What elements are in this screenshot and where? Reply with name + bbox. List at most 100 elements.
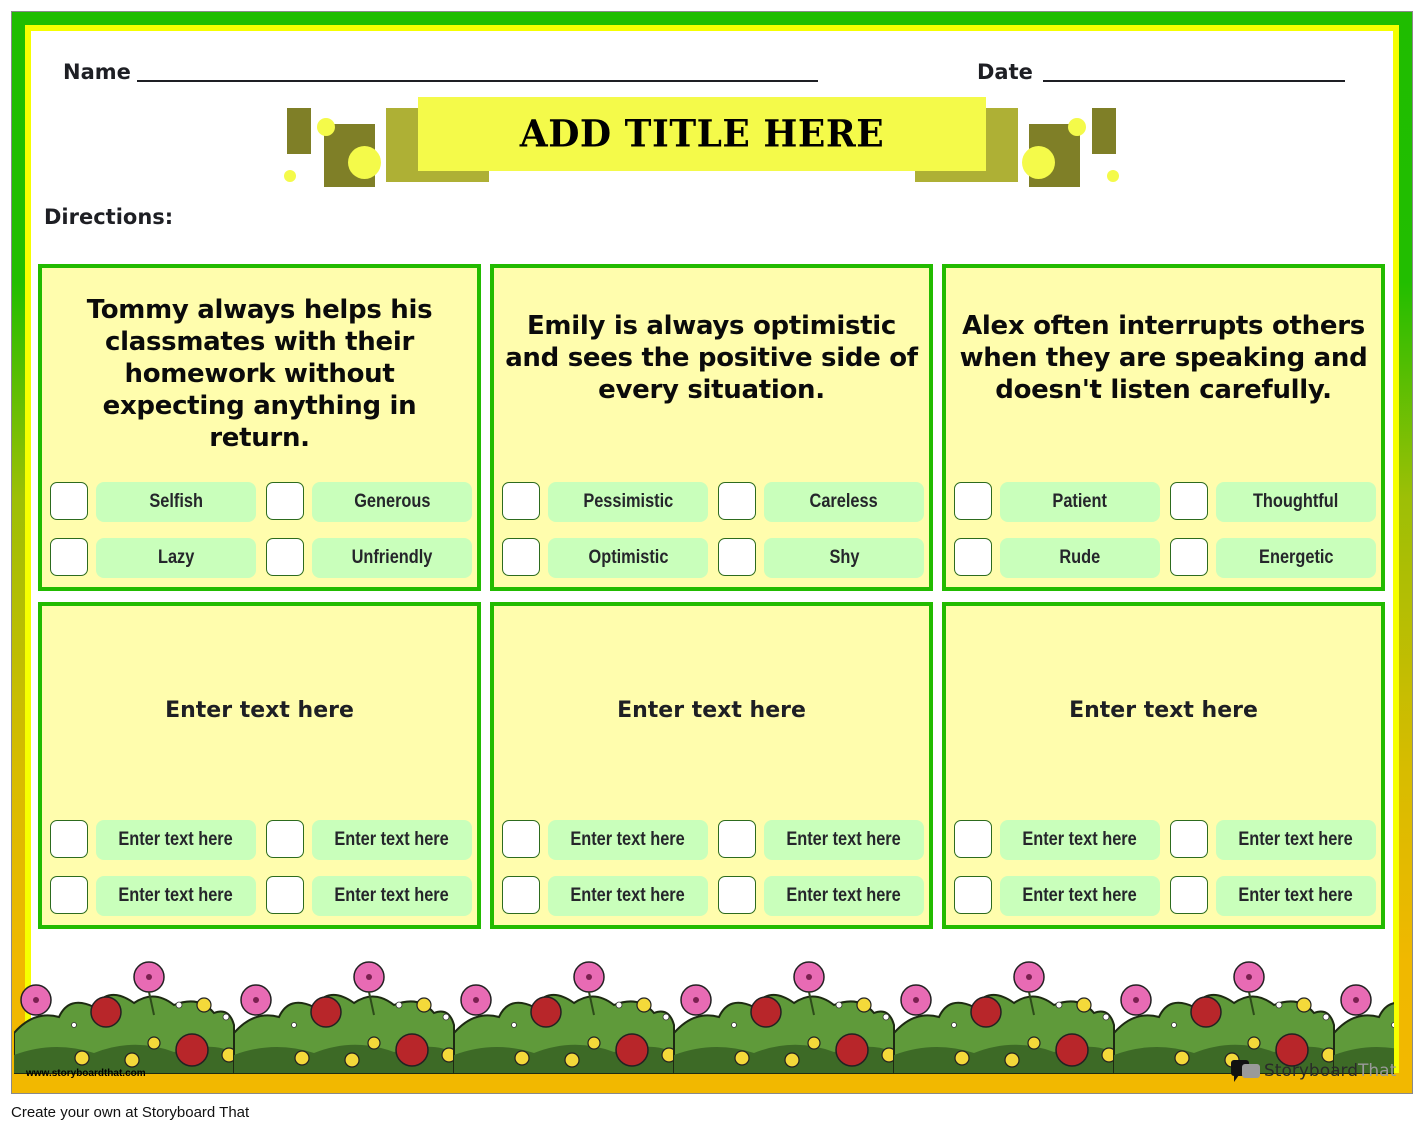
option-label[interactable]: Thoughtful [1216, 482, 1376, 522]
option-checkbox[interactable] [718, 876, 756, 914]
logo-text-storyboard: Storyboard [1264, 1061, 1358, 1081]
question-text[interactable]: Alex often interrupts others when they a… [956, 310, 1371, 406]
option-label[interactable]: Enter text here [1216, 876, 1376, 916]
option-label[interactable]: Selfish [96, 482, 256, 522]
option-row: Optimistic Shy [502, 538, 924, 578]
option-checkbox[interactable] [718, 482, 756, 520]
option-checkbox[interactable] [1170, 482, 1208, 520]
option-text: Pessimistic [583, 491, 673, 512]
option-checkbox[interactable] [502, 820, 540, 858]
option-text: Enter text here [1238, 885, 1354, 906]
option-text: Unfriendly [351, 547, 433, 568]
date-label: Date [977, 60, 1033, 84]
option-checkbox[interactable] [954, 820, 992, 858]
decor-dot [1068, 118, 1086, 136]
option-checkbox[interactable] [50, 538, 88, 576]
option-label[interactable]: Enter text here [96, 820, 256, 860]
question-panel: Enter text here Enter text here Enter text… [38, 602, 481, 929]
option-checkbox[interactable] [1170, 538, 1208, 576]
option-checkbox[interactable] [502, 538, 540, 576]
option-label[interactable]: Enter text here [764, 876, 924, 916]
option-checkbox[interactable] [718, 820, 756, 858]
option-text: Patient [1052, 491, 1108, 512]
option-label[interactable]: Enter text here [96, 876, 256, 916]
option-text: Enter text here [334, 829, 450, 850]
question-panel: Alex often interrupts others when they a… [942, 264, 1385, 591]
option-checkbox[interactable] [502, 876, 540, 914]
option-checkbox[interactable] [954, 876, 992, 914]
option-text: Shy [829, 547, 859, 568]
option-text: Optimistic [588, 547, 668, 568]
option-label[interactable]: Patient [1000, 482, 1160, 522]
option-text: Enter text here [118, 885, 234, 906]
option-text: Enter text here [786, 885, 902, 906]
option-checkbox[interactable] [954, 538, 992, 576]
option-checkbox[interactable] [266, 538, 304, 576]
option-checkbox[interactable] [1170, 820, 1208, 858]
title-banner: ADD TITLE HERE [418, 97, 986, 171]
option-label[interactable]: Shy [764, 538, 924, 578]
question-panel: Tommy always helps his classmates with t… [38, 264, 481, 591]
question-text[interactable]: Enter text here [494, 698, 929, 723]
question-text[interactable]: Enter text here [42, 698, 477, 723]
option-checkbox[interactable] [266, 876, 304, 914]
name-label: Name [63, 60, 131, 84]
decor-block [1092, 108, 1116, 154]
question-text[interactable]: Enter text here [946, 698, 1381, 723]
option-checkbox[interactable] [266, 820, 304, 858]
option-label[interactable]: Enter text here [1000, 820, 1160, 860]
storyboardthat-logo: Storyboard That [1230, 1058, 1396, 1084]
option-checkbox[interactable] [718, 538, 756, 576]
option-text: Enter text here [570, 885, 686, 906]
option-checkbox[interactable] [1170, 876, 1208, 914]
question-panel: Enter text here Enter text here Enter text… [942, 602, 1385, 929]
option-label[interactable]: Enter text here [764, 820, 924, 860]
flower-border [14, 961, 1394, 1074]
option-label[interactable]: Enter text here [312, 876, 472, 916]
option-text: Enter text here [1022, 885, 1138, 906]
option-checkbox[interactable] [50, 876, 88, 914]
option-row: Patient Thoughtful [954, 482, 1376, 522]
option-label[interactable]: Enter text here [1000, 876, 1160, 916]
question-panel: Emily is always optimistic and sees the … [490, 264, 933, 591]
option-label[interactable]: Enter text here [548, 876, 708, 916]
option-checkbox[interactable] [954, 482, 992, 520]
footer-credit[interactable]: Create your own at Storyboard That [11, 1104, 249, 1121]
option-checkbox[interactable] [50, 820, 88, 858]
option-text: Rude [1059, 547, 1101, 568]
option-text: Enter text here [786, 829, 902, 850]
option-label[interactable]: Lazy [96, 538, 256, 578]
option-row: Enter text here Enter text here [502, 876, 924, 916]
option-text: Enter text here [118, 829, 234, 850]
date-field[interactable] [1043, 80, 1345, 82]
decor-dot [348, 146, 381, 179]
name-field[interactable] [137, 80, 818, 82]
option-text: Energetic [1258, 547, 1334, 568]
option-row: Lazy Unfriendly [50, 538, 472, 578]
option-row: Enter text here Enter text here [50, 820, 472, 860]
question-text[interactable]: Emily is always optimistic and sees the … [504, 310, 919, 406]
option-label[interactable]: Enter text here [1216, 820, 1376, 860]
question-text[interactable]: Tommy always helps his classmates with t… [52, 294, 467, 454]
option-label[interactable]: Unfriendly [312, 538, 472, 578]
decor-dot [1022, 146, 1055, 179]
option-text: Careless [809, 491, 879, 512]
option-row: Enter text here Enter text here [954, 820, 1376, 860]
directions-label: Directions: [44, 205, 174, 229]
option-checkbox[interactable] [266, 482, 304, 520]
option-label[interactable]: Energetic [1216, 538, 1376, 578]
worksheet-title[interactable]: ADD TITLE HERE [520, 112, 884, 156]
option-label[interactable]: Enter text here [548, 820, 708, 860]
speech-bubble-icon [1231, 1060, 1260, 1082]
option-label[interactable]: Enter text here [312, 820, 472, 860]
option-label[interactable]: Careless [764, 482, 924, 522]
option-checkbox[interactable] [502, 482, 540, 520]
option-row: Enter text here Enter text here [50, 876, 472, 916]
option-label[interactable]: Optimistic [548, 538, 708, 578]
option-row: Rude Energetic [954, 538, 1376, 578]
option-label[interactable]: Rude [1000, 538, 1160, 578]
option-label[interactable]: Generous [312, 482, 472, 522]
option-checkbox[interactable] [50, 482, 88, 520]
option-text: Selfish [149, 491, 203, 512]
option-label[interactable]: Pessimistic [548, 482, 708, 522]
